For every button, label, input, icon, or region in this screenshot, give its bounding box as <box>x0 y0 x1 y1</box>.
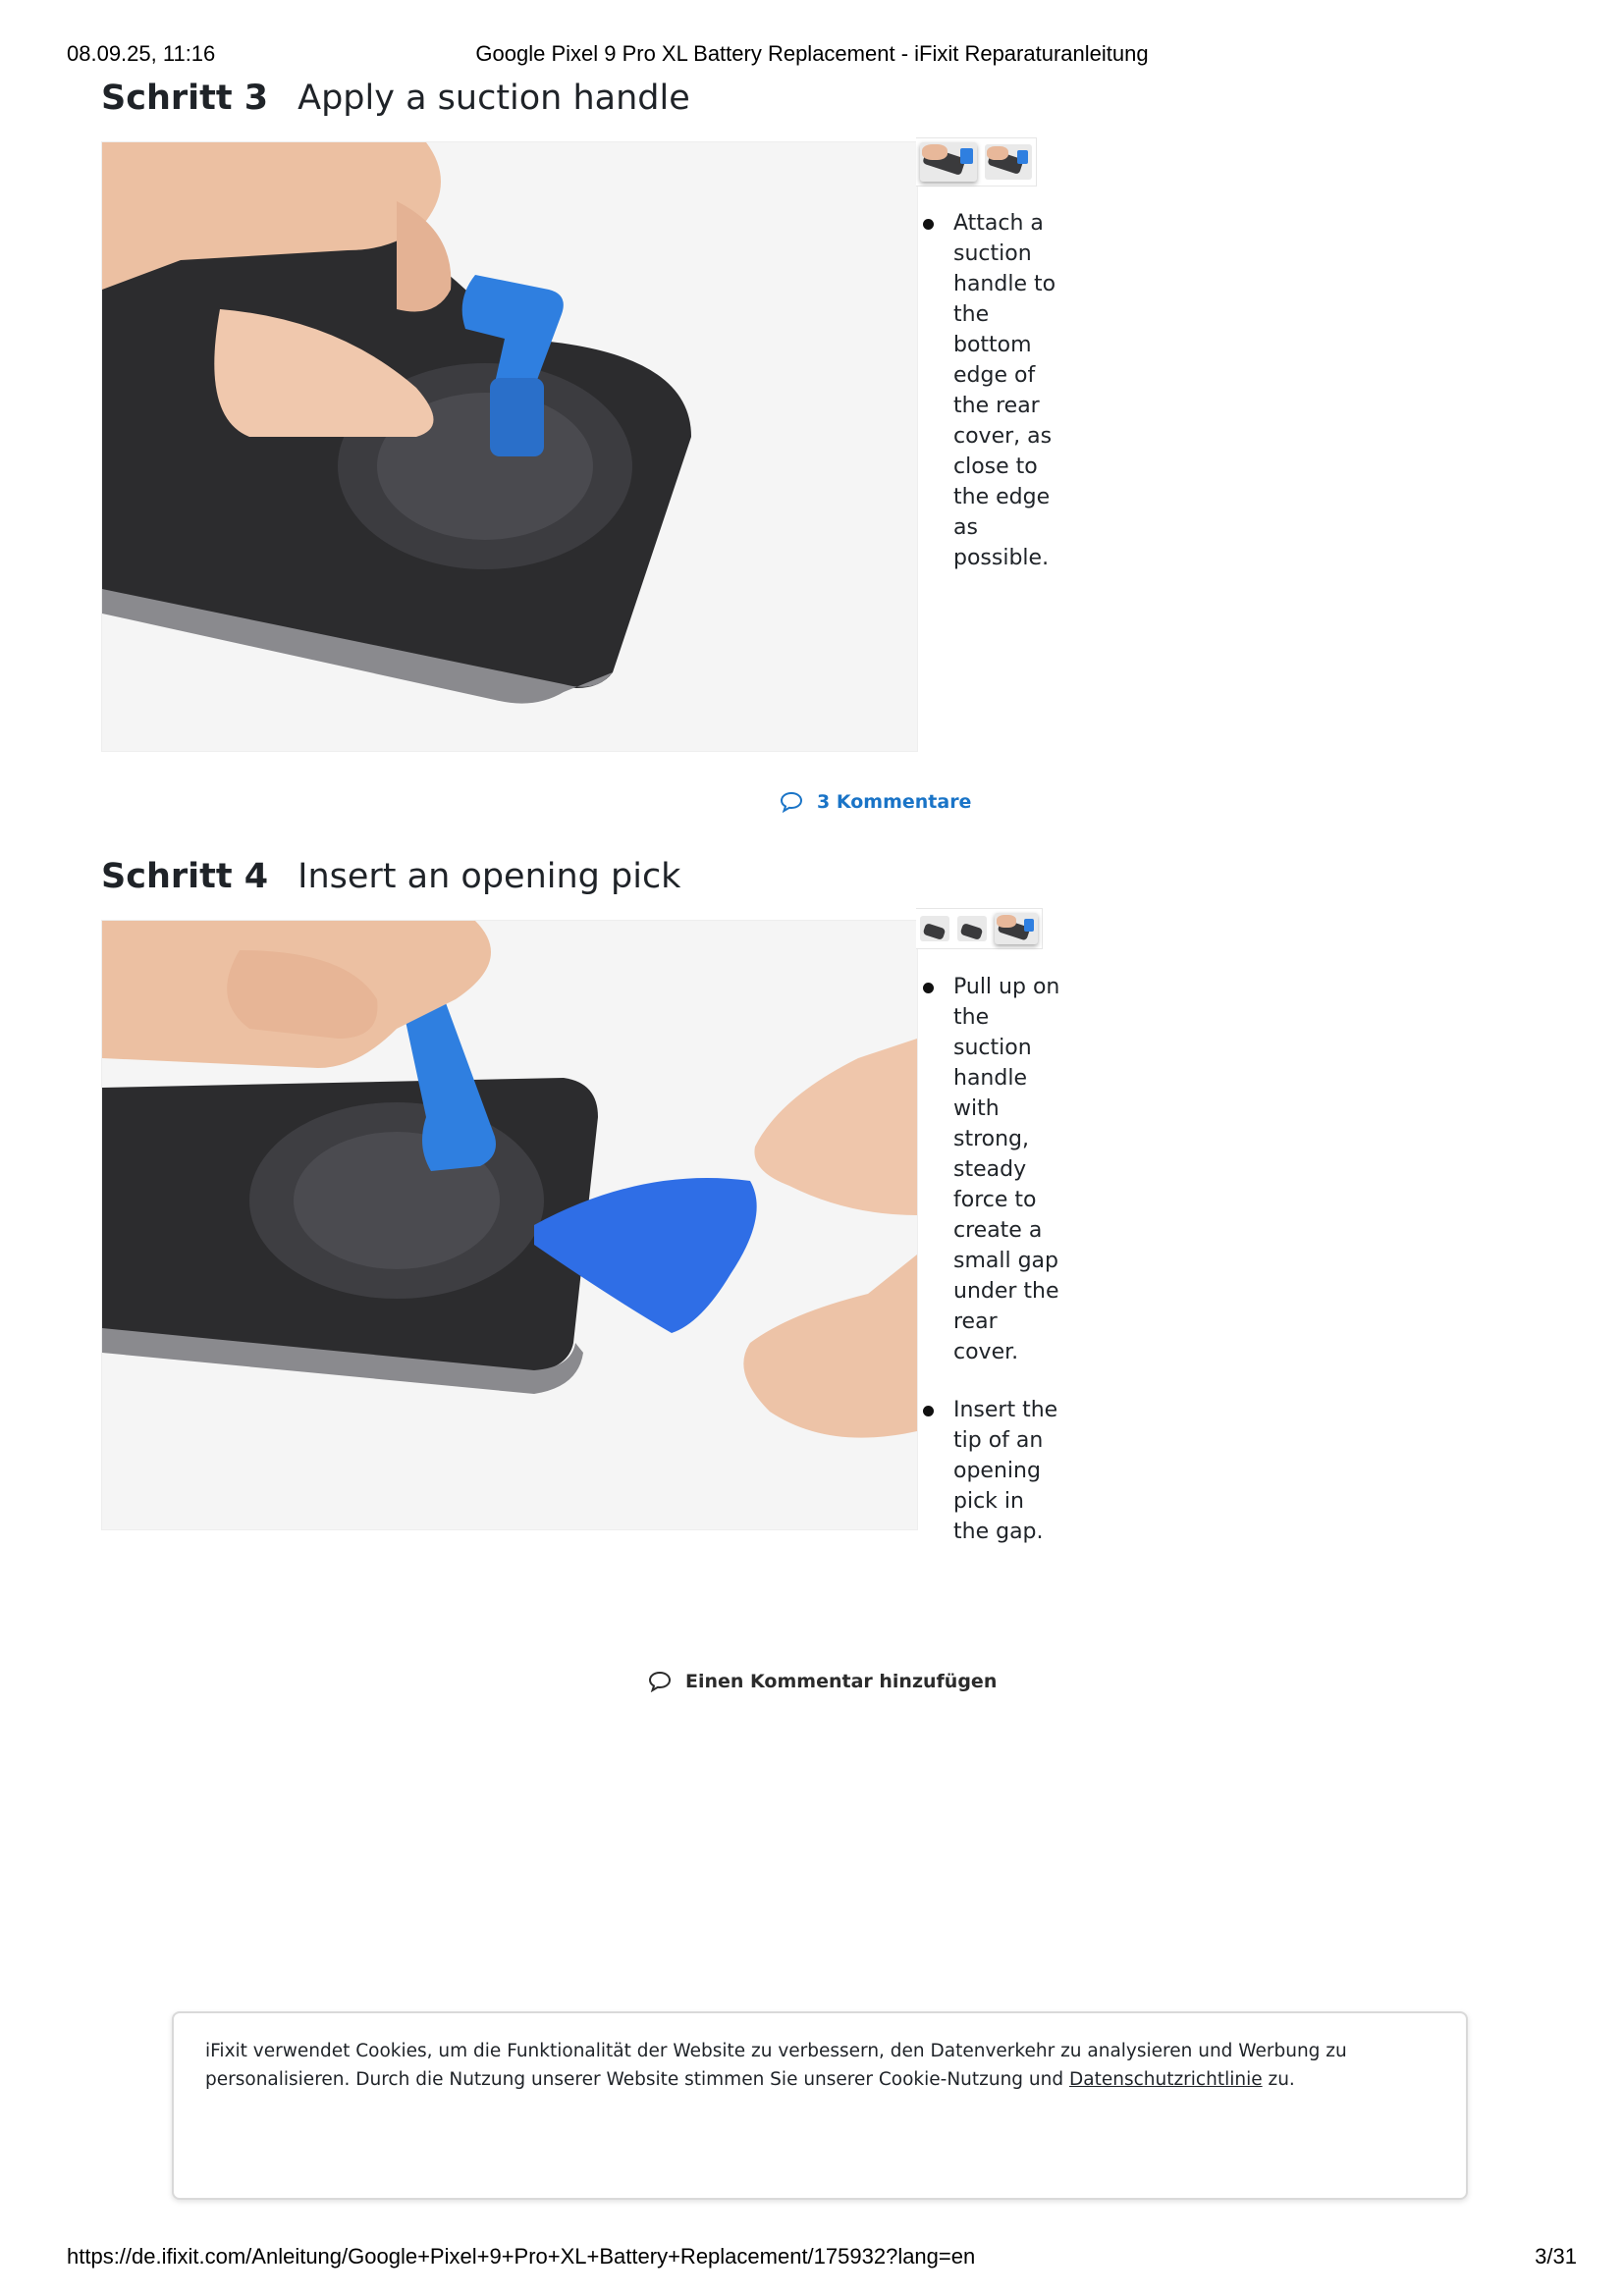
step-4-thumbnail-1[interactable] <box>920 916 949 941</box>
step-3-comments-link[interactable]: 3 Kommentare <box>780 791 971 813</box>
step-4-photo[interactable] <box>101 920 918 1530</box>
print-page-number: 3/31 <box>1535 2244 1577 2269</box>
print-title: Google Pixel 9 Pro XL Battery Replacemen… <box>475 41 1149 66</box>
step-4-bullet-2: Insert the tip of an opening pick in the… <box>923 1395 1060 1547</box>
step-4-thumbnail-3[interactable] <box>995 913 1038 944</box>
step-3-heading: Schritt 3 Apply a suction handle <box>101 79 690 118</box>
step-4-bullet-list: Pull up on the suction handle with stron… <box>923 972 1060 1575</box>
step-3-photo-illustration <box>102 142 917 751</box>
privacy-policy-link[interactable]: Datenschutzrichtlinie <box>1069 2069 1263 2090</box>
step-3-thumbnail-strip <box>916 137 1037 187</box>
comment-icon <box>780 791 803 813</box>
comment-icon <box>648 1671 672 1692</box>
print-url: https://de.ifixit.com/Anleitung/Google+P… <box>67 2244 976 2269</box>
step-4-add-comment-link[interactable]: Einen Kommentar hinzufügen <box>648 1671 997 1692</box>
cookie-banner-text-end: zu. <box>1262 2069 1295 2090</box>
step-3-thumbnail-1[interactable] <box>920 142 977 182</box>
step-3-bullet-list: Attach a suction handle to the bottom ed… <box>923 208 1060 601</box>
step-4-photo-illustration <box>102 921 917 1529</box>
step-4-thumbnail-2[interactable] <box>957 916 987 941</box>
step-3-label: Schritt 3 <box>101 79 269 118</box>
step-3-bullet-1: Attach a suction handle to the bottom ed… <box>923 208 1060 573</box>
step-3-photo[interactable] <box>101 141 918 752</box>
step-3-comments-label: 3 Kommentare <box>817 791 972 813</box>
step-4-add-comment-label: Einen Kommentar hinzufügen <box>685 1671 998 1692</box>
step-4-heading: Schritt 4 Insert an opening pick <box>101 857 680 896</box>
cookie-banner: iFixit verwendet Cookies, um die Funktio… <box>172 2011 1468 2200</box>
step-3-thumbnail-2[interactable] <box>985 144 1032 180</box>
step-4-title: Insert an opening pick <box>298 857 681 896</box>
step-3-title: Apply a suction handle <box>298 79 690 118</box>
step-4-label: Schritt 4 <box>101 857 269 896</box>
step-4-bullet-1: Pull up on the suction handle with stron… <box>923 972 1060 1367</box>
step-4-thumbnail-strip <box>916 908 1043 949</box>
